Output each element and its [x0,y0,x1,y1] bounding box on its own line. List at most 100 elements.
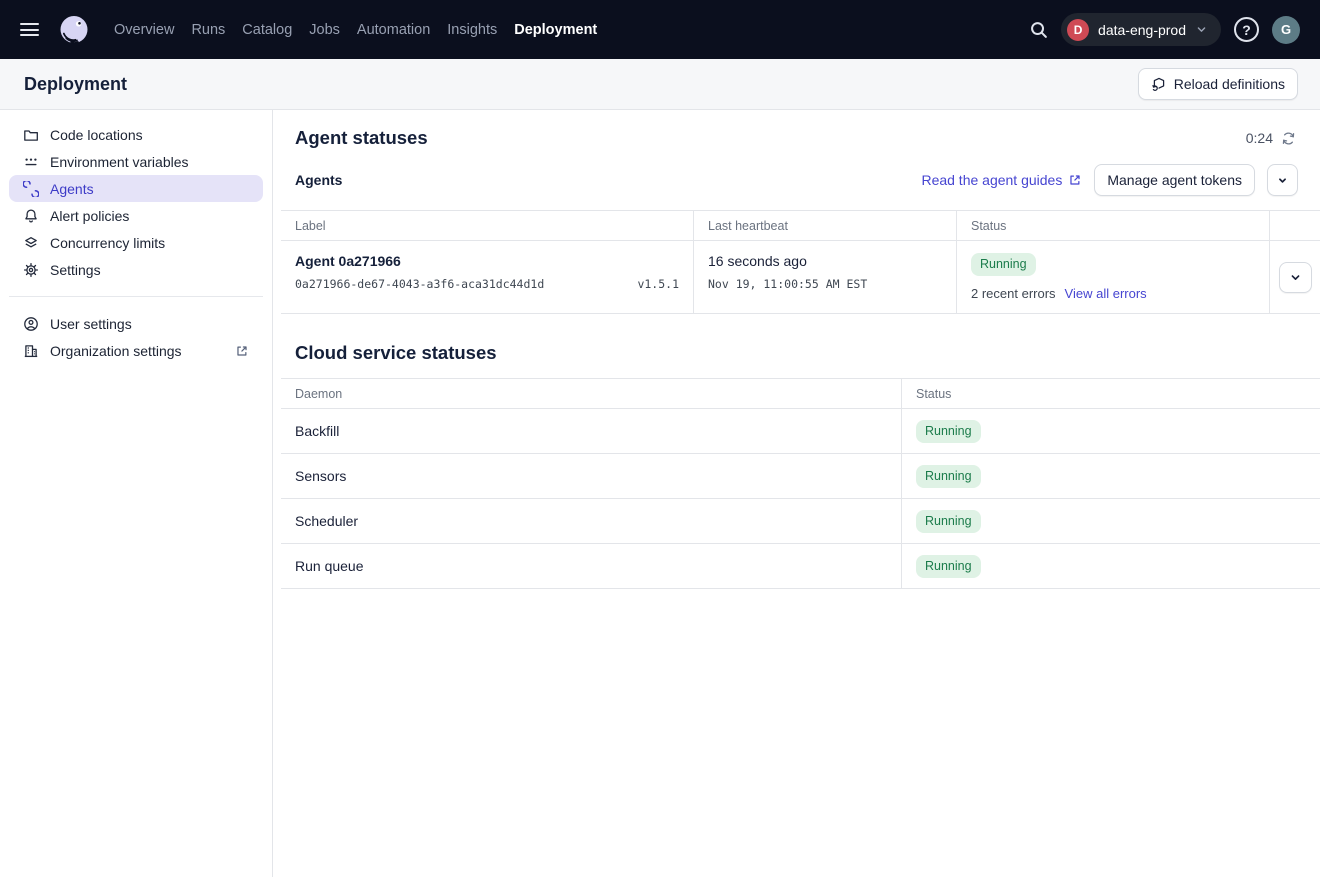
topnav-right-controls: D data-eng-prod ? G [1029,13,1300,46]
manage-agent-tokens-button[interactable]: Manage agent tokens [1094,164,1255,196]
deployment-initial-badge: D [1067,19,1089,41]
env-vars-icon [23,154,39,170]
sidebar-item-organization-settings[interactable]: Organization settings [9,337,263,364]
reload-definitions-button[interactable]: Reload definitions [1138,68,1298,100]
deployment-selector[interactable]: D data-eng-prod [1061,13,1221,46]
agent-guides-link[interactable]: Read the agent guides [921,172,1082,188]
folder-icon [23,127,39,143]
status-badge: Running [916,465,981,488]
sidebar-item-settings[interactable]: Settings [9,256,263,283]
view-all-errors-link[interactable]: View all errors [1065,286,1147,301]
help-button[interactable]: ? [1234,17,1259,42]
external-link-icon [235,344,249,358]
status-badge: Running [971,253,1036,276]
sidebar-item-label: User settings [50,316,132,332]
menu-button[interactable] [14,13,48,47]
sidebar-item-alert-policies[interactable]: Alert policies [9,202,263,229]
agents-toolbar: Agents Read the agent guides Manage agen… [281,164,1320,196]
sidebar-divider [9,296,263,297]
cloud-table-header: Daemon Status [281,378,1320,409]
sidebar: Code locations Environment variables Age… [0,110,273,877]
column-header-daemon: Daemon [281,379,901,408]
cloud-service-statuses-title: Cloud service statuses [295,342,497,364]
nav-item-overview[interactable]: Overview [114,22,174,38]
agents-heading: Agents [295,172,342,188]
nav-item-jobs[interactable]: Jobs [309,22,340,38]
daemon-row-run-queue: Run queue Running [281,544,1320,589]
daemon-name: Scheduler [295,513,358,529]
agents-table-header: Label Last heartbeat Status [281,210,1320,241]
external-link-icon [1068,173,1082,187]
daemon-row-sensors: Sensors Running [281,454,1320,499]
daemon-row-scheduler: Scheduler Running [281,499,1320,544]
daemon-name: Sensors [295,468,346,484]
heartbeat-relative: 16 seconds ago [708,253,942,269]
column-header-status: Status [901,379,1320,408]
nav-item-deployment[interactable]: Deployment [514,22,597,38]
main-content: Agent statuses 0:24 Agents Read the agen… [273,110,1320,877]
reload-definitions-label: Reload definitions [1174,76,1285,92]
sidebar-item-code-locations[interactable]: Code locations [9,121,263,148]
column-header-actions [1269,211,1320,240]
agent-statuses-title: Agent statuses [295,127,428,149]
dagster-logo-icon[interactable] [56,12,92,48]
status-badge: Running [916,510,981,533]
primary-nav: Overview Runs Catalog Jobs Automation In… [114,22,597,38]
nav-item-insights[interactable]: Insights [447,22,497,38]
menu-icon [20,23,39,25]
cloud-services-table: Daemon Status Backfill Running Sensors R… [281,378,1320,589]
agent-actions-dropdown-button[interactable] [1267,164,1298,196]
agent-version: v1.5.1 [637,277,679,291]
refresh-icon[interactable] [1281,131,1296,146]
sidebar-item-agents[interactable]: Agents [9,175,263,202]
column-header-status: Status [956,211,1269,240]
column-header-label: Label [281,211,693,240]
sidebar-item-user-settings[interactable]: User settings [9,310,263,337]
caret-down-icon [1277,175,1288,186]
agent-heartbeat-cell: 16 seconds ago Nov 19, 11:00:55 AM EST [693,241,956,313]
cloud-service-statuses-header: Cloud service statuses [281,342,1320,364]
user-icon [23,316,39,332]
sidebar-item-label: Organization settings [50,343,182,359]
manage-agent-tokens-label: Manage agent tokens [1107,172,1242,188]
nav-item-catalog[interactable]: Catalog [242,22,292,38]
search-button[interactable] [1029,20,1048,39]
sidebar-item-concurrency-limits[interactable]: Concurrency limits [9,229,263,256]
auto-refresh: 0:24 [1246,130,1296,146]
sidebar-item-label: Environment variables [50,154,189,170]
nav-item-automation[interactable]: Automation [357,22,430,38]
sidebar-item-label: Alert policies [50,208,129,224]
daemon-name: Run queue [295,558,364,574]
status-badge: Running [916,555,981,578]
agent-id: 0a271966-de67-4043-a3f6-aca31dc44d1d [295,277,544,291]
heartbeat-timestamp: Nov 19, 11:00:55 AM EST [708,277,867,291]
top-nav: Overview Runs Catalog Jobs Automation In… [0,0,1320,59]
gear-icon [23,262,39,278]
deployment-name: data-eng-prod [1098,22,1186,38]
sidebar-item-label: Agents [50,181,94,197]
agents-table: Label Last heartbeat Status Agent 0a2719… [281,210,1320,314]
page-header: Deployment Reload definitions [0,59,1320,110]
layers-icon [23,235,39,251]
sidebar-item-label: Concurrency limits [50,235,165,251]
agent-expander-cell [1269,241,1320,313]
user-avatar[interactable]: G [1272,16,1300,44]
chevron-down-icon [1195,23,1208,36]
agent-statuses-header: Agent statuses 0:24 [281,127,1320,149]
chevron-down-icon [1289,271,1302,284]
daemon-name: Backfill [295,423,339,439]
daemon-row-backfill: Backfill Running [281,409,1320,454]
agent-row-expand-button[interactable] [1279,262,1312,293]
help-icon: ? [1242,22,1251,38]
page-title: Deployment [24,74,127,95]
sidebar-item-label: Code locations [50,127,143,143]
agent-name: Agent 0a271966 [295,253,679,269]
building-icon [23,343,39,359]
bell-icon [23,208,39,224]
agent-guides-link-label: Read the agent guides [921,172,1062,188]
agent-label-cell: Agent 0a271966 0a271966-de67-4043-a3f6-a… [281,241,693,313]
nav-item-runs[interactable]: Runs [191,22,225,38]
agent-icon [23,181,39,197]
sidebar-item-environment-variables[interactable]: Environment variables [9,148,263,175]
agents-toolbar-actions: Read the agent guides Manage agent token… [921,164,1298,196]
